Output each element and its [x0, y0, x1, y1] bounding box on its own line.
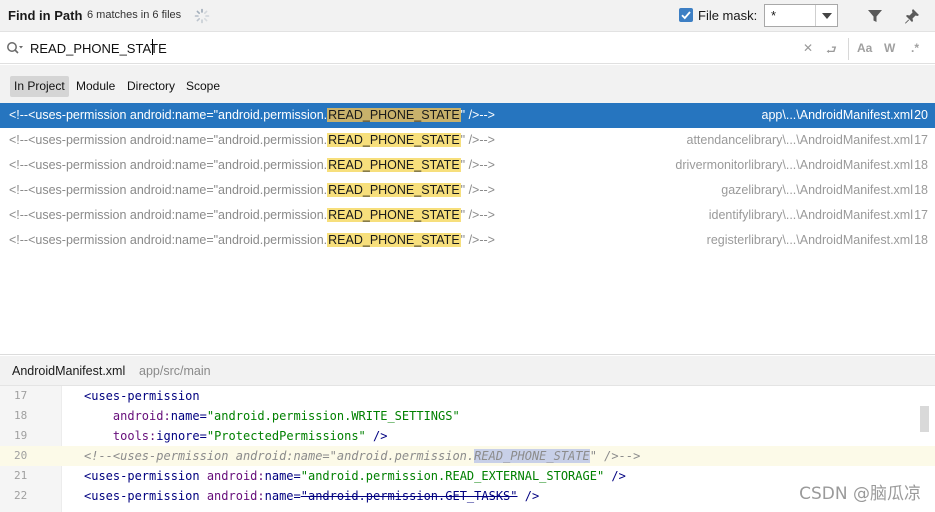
match-count: 6 matches in 6 files [87, 9, 182, 21]
line-number: 22 [14, 489, 28, 502]
result-text: <!--<uses-permission android:name="andro… [9, 183, 495, 197]
code-line: 18 android:name="android.permission.WRIT… [0, 406, 935, 426]
result-file: app\...\AndroidManifest.xml [761, 108, 913, 122]
result-text: <!--<uses-permission android:name="andro… [9, 108, 495, 122]
match-highlight: READ_PHONE_STATE [327, 183, 461, 197]
filter-icon[interactable] [866, 7, 884, 25]
tab-label: Scope [186, 79, 221, 93]
match-highlight: READ_PHONE_STATE [327, 233, 461, 247]
result-text: <!--<uses-permission android:name="andro… [9, 133, 495, 147]
toolbar-divider [848, 38, 849, 60]
preview-header: AndroidManifest.xml app/src/main [0, 356, 935, 386]
preview-scrollbar[interactable] [920, 406, 929, 432]
scope-tabs: In Project Module Directory Scope [0, 65, 935, 103]
line-number: 20 [14, 449, 28, 462]
code-line: 17 <uses-permission [0, 386, 935, 406]
words-icon[interactable]: W [884, 41, 895, 57]
result-row[interactable]: <!--<uses-permission android:name="andro… [0, 128, 935, 153]
watermark: CSDN @脑瓜凉 [799, 484, 921, 504]
close-icon[interactable]: ✕ [803, 41, 813, 57]
find-in-path-header: Find in Path 6 matches in 6 files File m… [0, 0, 935, 32]
search-icon[interactable] [6, 41, 24, 55]
file-mask-label: File mask: [698, 8, 758, 23]
replace-icon[interactable]: ⮐ [826, 41, 837, 57]
match-highlight: READ_PHONE_STATE [327, 158, 461, 172]
result-line: 18 [914, 183, 928, 197]
search-input[interactable] [30, 39, 730, 57]
code-line: 22 <uses-permission android:name="android… [0, 486, 935, 506]
result-row[interactable]: <!--<uses-permission android:name="andro… [0, 153, 935, 178]
loading-spinner-icon [194, 8, 210, 24]
checkmark-icon [681, 11, 691, 20]
preview-file-path: app/src/main [139, 364, 211, 378]
code-text: <!--<uses-permission android:name="andro… [84, 449, 641, 463]
results-list: <!--<uses-permission android:name="andro… [0, 103, 935, 355]
result-text: <!--<uses-permission android:name="andro… [9, 233, 495, 247]
result-row[interactable]: <!--<uses-permission android:name="andro… [0, 228, 935, 253]
chevron-down-icon[interactable] [815, 5, 837, 26]
result-row[interactable]: <!--<uses-permission android:name="andro… [0, 103, 935, 128]
code-text: <uses-permission android:name="android.p… [84, 469, 626, 483]
tab-scope[interactable]: Scope [182, 76, 224, 97]
result-row[interactable]: <!--<uses-permission android:name="andro… [0, 178, 935, 203]
dialog-title: Find in Path [8, 8, 83, 23]
search-bar: ✕ ⮐ Aa W .* [0, 33, 935, 64]
code-text: <uses-permission [84, 389, 200, 403]
code-line: 19 tools:ignore="ProtectedPermissions" /… [0, 426, 935, 446]
tab-directory[interactable]: Directory [123, 76, 179, 97]
file-mask-value: * [771, 8, 777, 23]
code-text: <uses-permission android:name="android.p… [84, 489, 540, 503]
line-number: 17 [14, 389, 28, 402]
result-line: 18 [914, 158, 928, 172]
code-line: 20 <!--<uses-permission android:name="and… [0, 446, 935, 466]
file-mask-select[interactable]: * [764, 4, 838, 27]
result-line: 20 [914, 108, 928, 122]
result-line: 18 [914, 233, 928, 247]
result-file: attendancelibrary\...\AndroidManifest.xm… [686, 133, 914, 147]
code-preview[interactable]: 17 <uses-permission 18 android:name="andro… [0, 386, 935, 512]
match-case-icon[interactable]: Aa [857, 41, 872, 57]
match-highlight: READ_PHONE_STATE [327, 108, 461, 122]
result-text: <!--<uses-permission android:name="andro… [9, 208, 495, 222]
result-line: 17 [914, 133, 928, 147]
file-mask-checkbox[interactable] [679, 8, 693, 22]
code-text: tools:ignore="ProtectedPermissions" /> [112, 429, 388, 443]
match-highlight: READ_PHONE_STATE [327, 133, 461, 147]
result-file: identifylibrary\...\AndroidManifest.xml [708, 208, 913, 222]
pin-icon[interactable] [903, 7, 921, 25]
tab-module[interactable]: Module [72, 76, 119, 97]
tab-label: In Project [14, 79, 65, 93]
line-number: 21 [14, 469, 28, 482]
tab-label: Module [76, 79, 116, 93]
line-number: 18 [14, 409, 28, 422]
code-text: android:name="android.permission.WRITE_S… [112, 409, 460, 423]
tab-in-project[interactable]: In Project [10, 76, 69, 97]
result-file: drivermonitorlibrary\...\AndroidManifest… [675, 158, 913, 172]
line-number: 19 [14, 429, 28, 442]
result-line: 17 [914, 208, 928, 222]
result-row[interactable]: <!--<uses-permission android:name="andro… [0, 203, 935, 228]
result-file: registerlibrary\...\AndroidManifest.xml [706, 233, 913, 247]
result-text: <!--<uses-permission android:name="andro… [9, 158, 495, 172]
result-file: gazelibrary\...\AndroidManifest.xml [721, 183, 913, 197]
match-highlight: READ_PHONE_STATE [327, 208, 461, 222]
preview-file-name: AndroidManifest.xml [12, 364, 126, 378]
code-line: 21 <uses-permission android:name="android… [0, 466, 935, 486]
regex-icon[interactable]: .* [911, 41, 919, 57]
tab-label: Directory [127, 79, 176, 93]
text-caret [152, 39, 153, 55]
